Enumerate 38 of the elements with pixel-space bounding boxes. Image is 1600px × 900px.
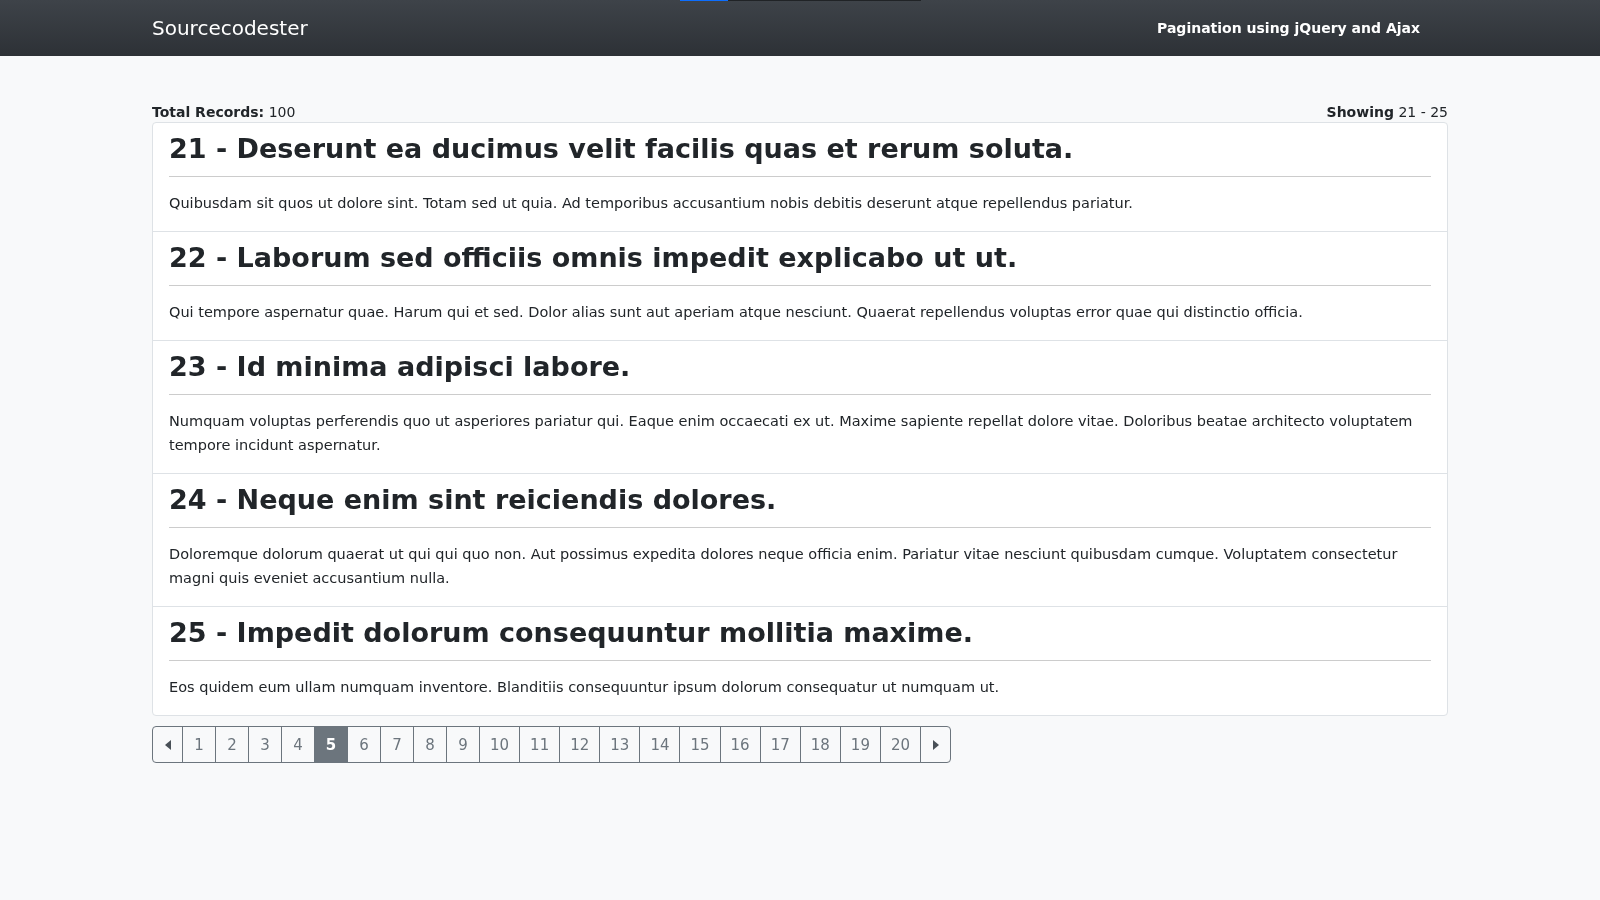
post-title: 22 - Laborum sed officiis omnis impedit explicabo ut ut. xyxy=(169,240,1431,287)
page-button[interactable]: 18 xyxy=(799,726,841,764)
post-body: Eos quidem eum ullam numquam inventore. Blanditiis consequuntur ipsum dolorum consequatur ut numquam ut. xyxy=(169,678,1001,698)
page-button[interactable]: 2 xyxy=(215,726,249,764)
page-button[interactable]: 16 xyxy=(719,726,761,764)
page-button[interactable]: 1 xyxy=(182,726,216,764)
page-button[interactable]: 5 xyxy=(314,726,348,764)
post-title: 23 - Id minima adipisci labore. xyxy=(169,349,1431,396)
page-button[interactable]: 11 xyxy=(519,726,561,764)
post-body: Qui tempore aspernatur quae. Harum qui et sed. Dolor alias sunt aut aperiam atque nesciunt. Quaerat repellendus voluptas error quae qui distinctio officia. xyxy=(169,303,1304,323)
page-button[interactable]: 20 xyxy=(879,726,922,764)
page-button[interactable]: 6 xyxy=(347,726,381,764)
next-page-button[interactable] xyxy=(920,726,952,764)
page-button[interactable]: 4 xyxy=(281,726,315,764)
page-button[interactable]: 15 xyxy=(679,726,721,764)
showing-range-text: Showing 21 - 25 xyxy=(1326,104,1448,120)
post-body: Doloremque dolorum quaerat ut qui qui quo non. Aut possimus expedita dolores neque officia enim. Pariatur vitae nesciunt quibusdam cumque. Voluptatem consectetur magni quis eveniet accusantium nulla. xyxy=(169,545,1399,589)
page-button[interactable]: 12 xyxy=(559,726,601,764)
post-title: 25 - Impedit dolorum consequuntur mollitia maxime. xyxy=(169,615,1431,662)
page-button[interactable]: 8 xyxy=(413,726,447,764)
page-button[interactable]: 17 xyxy=(759,726,801,764)
post-body: Numquam voluptas perferendis quo ut asperiores pariatur qui. Eaque enim occaecati ex ut. Maxime sapiente repellat dolore vitae. Doloribus beatae architecto voluptatem tempore incidunt aspernatur. xyxy=(169,412,1414,456)
post-body: Quibusdam sit quos ut dolore sint. Totam sed ut quia. Ad temporibus accusantium nobis debitis deserunt atque repellendus pariatur. xyxy=(169,194,1134,214)
page-button[interactable]: 14 xyxy=(639,726,681,764)
page-button[interactable]: 19 xyxy=(839,726,881,764)
page-button[interactable]: 7 xyxy=(380,726,414,764)
page-button[interactable]: 13 xyxy=(599,726,641,764)
page-title: Pagination using jQuery and Ajax xyxy=(1157,20,1420,36)
caret-right-icon xyxy=(932,739,939,750)
page-button[interactable]: 10 xyxy=(479,726,521,764)
page-button[interactable]: 3 xyxy=(248,726,282,764)
total-records-text: Total Records: 100 xyxy=(152,104,296,120)
post-title: 21 - Deserunt ea ducimus velit facilis quas et rerum soluta. xyxy=(169,131,1431,178)
caret-left-icon xyxy=(164,739,171,750)
page-button[interactable]: 9 xyxy=(446,726,480,764)
brand-link[interactable]: Sourcecodester xyxy=(152,16,308,40)
post-title: 24 - Neque enim sint reiciendis dolores. xyxy=(169,482,1431,529)
previous-page-button[interactable] xyxy=(152,726,183,764)
